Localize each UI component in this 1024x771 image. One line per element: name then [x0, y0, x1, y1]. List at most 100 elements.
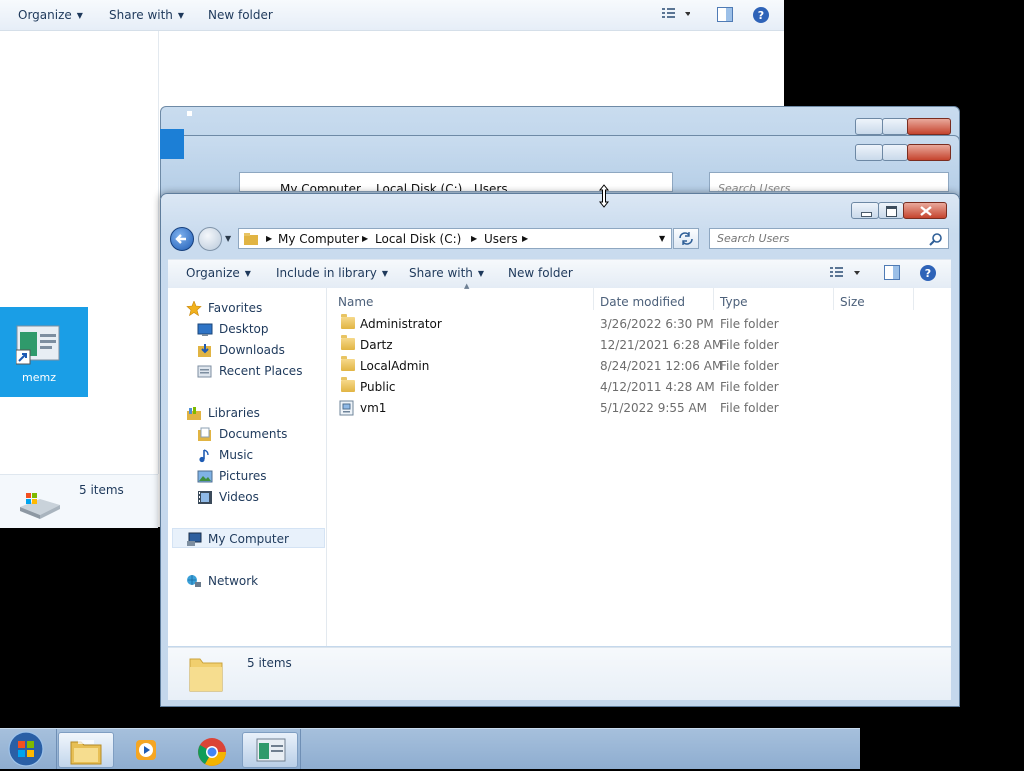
start-button[interactable]	[6, 730, 46, 768]
file-row[interactable]: Administrator 3/26/2022 6:30 PM File fol…	[327, 313, 951, 334]
file-date: 3/26/2022 6:30 PM	[600, 317, 714, 331]
organize-button[interactable]: Organize ▼	[186, 266, 251, 280]
close-icon	[920, 206, 932, 216]
taskbar	[0, 728, 860, 769]
chevron-down-icon: ▼	[177, 11, 185, 20]
column-separator[interactable]	[833, 288, 834, 310]
bg-status-count: 5 items	[79, 483, 124, 497]
ghost-accent-strip	[160, 129, 184, 159]
background-status-bar: 5 items	[0, 474, 158, 528]
minimize-button[interactable]	[851, 202, 879, 219]
command-bar: Organize ▼ Include in library ▼ Share with…	[168, 259, 951, 289]
file-row[interactable]: Dartz 12/21/2021 6:28 AM File folder	[327, 334, 951, 355]
folder-icon	[341, 335, 355, 350]
preview-pane-icon[interactable]	[717, 7, 733, 25]
view-options-icon[interactable]	[662, 6, 691, 25]
windows-logo-icon	[8, 731, 44, 767]
column-separator[interactable]	[713, 288, 714, 310]
help-icon[interactable]: ?	[752, 6, 770, 27]
file-list: ▲ Name Date modified Type Size Administr…	[327, 282, 951, 646]
file-name: Administrator	[360, 317, 442, 331]
libraries-icon	[187, 407, 201, 420]
file-date: 8/24/2021 12:06 AM	[600, 359, 723, 373]
breadcrumb-users[interactable]: Users	[484, 232, 518, 246]
help-icon[interactable]: ?	[919, 264, 937, 285]
status-bar: 5 items	[168, 647, 951, 700]
bg-organize-button[interactable]: Organize ▼	[18, 8, 83, 22]
background-nav-pane	[0, 31, 159, 474]
ghost-crumb: My Computer	[280, 182, 361, 192]
refresh-icon	[679, 232, 693, 245]
column-header-date-modified[interactable]: Date modified	[600, 295, 685, 309]
music-icon	[199, 449, 209, 463]
column-separator[interactable]	[593, 288, 594, 310]
ghost-search-box: Search Users	[709, 172, 949, 192]
drive-icon	[18, 489, 62, 522]
chevron-down-icon: ▼	[477, 269, 485, 278]
ghost-system-icon	[187, 111, 192, 116]
breadcrumb-local-disk[interactable]: Local Disk (C:)	[375, 232, 461, 246]
explorer-folder-icon	[70, 740, 102, 765]
search-box[interactable]	[709, 228, 949, 249]
application-icon	[256, 738, 286, 762]
close-button[interactable]	[903, 202, 947, 219]
search-icon[interactable]	[929, 232, 943, 246]
file-type: File folder	[720, 380, 779, 394]
preview-pane-icon[interactable]	[884, 265, 900, 283]
network-icon	[187, 575, 201, 587]
folder-large-icon	[189, 658, 223, 692]
file-date: 5/1/2022 9:55 AM	[600, 401, 708, 415]
pictures-icon	[197, 470, 213, 483]
recent-pages-chevron-icon[interactable]: ▼	[225, 234, 231, 243]
file-row[interactable]: Public 4/12/2011 4:28 AM File folder	[327, 376, 951, 397]
explorer-window[interactable]: ▼ ▶ My Computer ▶ Local Disk (C:) ▶ User…	[160, 184, 960, 707]
column-header-name[interactable]: Name	[338, 295, 373, 309]
documents-icon	[198, 427, 211, 441]
desktop-shortcut-memz[interactable]: memz	[0, 307, 88, 397]
bg-share-with-button[interactable]: Share with ▼	[109, 8, 184, 22]
breadcrumb-separator-icon[interactable]: ▶	[522, 234, 528, 243]
address-history-chevron-icon[interactable]: ▼	[659, 234, 665, 243]
file-row[interactable]: vm1 5/1/2022 9:55 AM File folder	[327, 397, 951, 418]
breadcrumb-separator-icon[interactable]: ▶	[362, 234, 368, 243]
taskbar-media-player-button[interactable]	[120, 732, 176, 768]
svg-text:?: ?	[925, 267, 931, 280]
bg-new-folder-button[interactable]: New folder	[208, 8, 273, 22]
change-view-icon[interactable]	[830, 265, 860, 284]
chevron-down-icon: ▼	[244, 269, 251, 278]
address-bar[interactable]: ▶ My Computer ▶ Local Disk (C:) ▶ Users …	[238, 228, 672, 249]
taskbar-chrome-button[interactable]	[184, 732, 240, 768]
folder-icon	[341, 356, 355, 371]
breadcrumb-separator-icon[interactable]: ▶	[471, 234, 477, 243]
taskbar-memz-button[interactable]	[242, 732, 298, 768]
back-button[interactable]	[170, 227, 194, 251]
column-separator[interactable]	[913, 288, 914, 310]
folder-icon	[341, 314, 355, 329]
search-input[interactable]	[710, 229, 927, 248]
ghost-caption-buttons	[855, 118, 953, 136]
file-row[interactable]: LocalAdmin 8/24/2021 12:06 AM File folde…	[327, 355, 951, 376]
media-player-icon	[136, 740, 156, 760]
column-header-type[interactable]: Type	[720, 295, 748, 309]
minimize-icon	[861, 212, 872, 217]
navigation-pane: Favorites Desktop Downloads Recent Place…	[168, 288, 327, 646]
ghost-crumb: Users	[474, 182, 508, 192]
breadcrumb-my-computer[interactable]: My Computer	[278, 232, 359, 246]
include-in-library-button[interactable]: Include in library ▼	[276, 266, 388, 280]
ghost-search-text: Search Users	[718, 182, 791, 192]
file-name: LocalAdmin	[360, 359, 430, 373]
new-folder-button[interactable]: New folder	[508, 266, 573, 280]
chrome-icon	[198, 738, 226, 766]
chevron-down-icon: ▼	[381, 269, 389, 278]
downloads-icon	[198, 344, 211, 357]
videos-icon	[198, 491, 212, 504]
taskbar-explorer-button[interactable]	[58, 732, 114, 768]
share-with-button[interactable]: Share with ▼	[409, 266, 484, 280]
maximize-button[interactable]	[878, 202, 904, 219]
forward-button[interactable]	[198, 227, 222, 251]
column-header-size[interactable]: Size	[840, 295, 865, 309]
breadcrumb-separator-icon[interactable]: ▶	[266, 234, 272, 243]
refresh-button[interactable]	[673, 228, 699, 249]
file-type: File folder	[720, 401, 779, 415]
application-icon	[15, 324, 62, 373]
